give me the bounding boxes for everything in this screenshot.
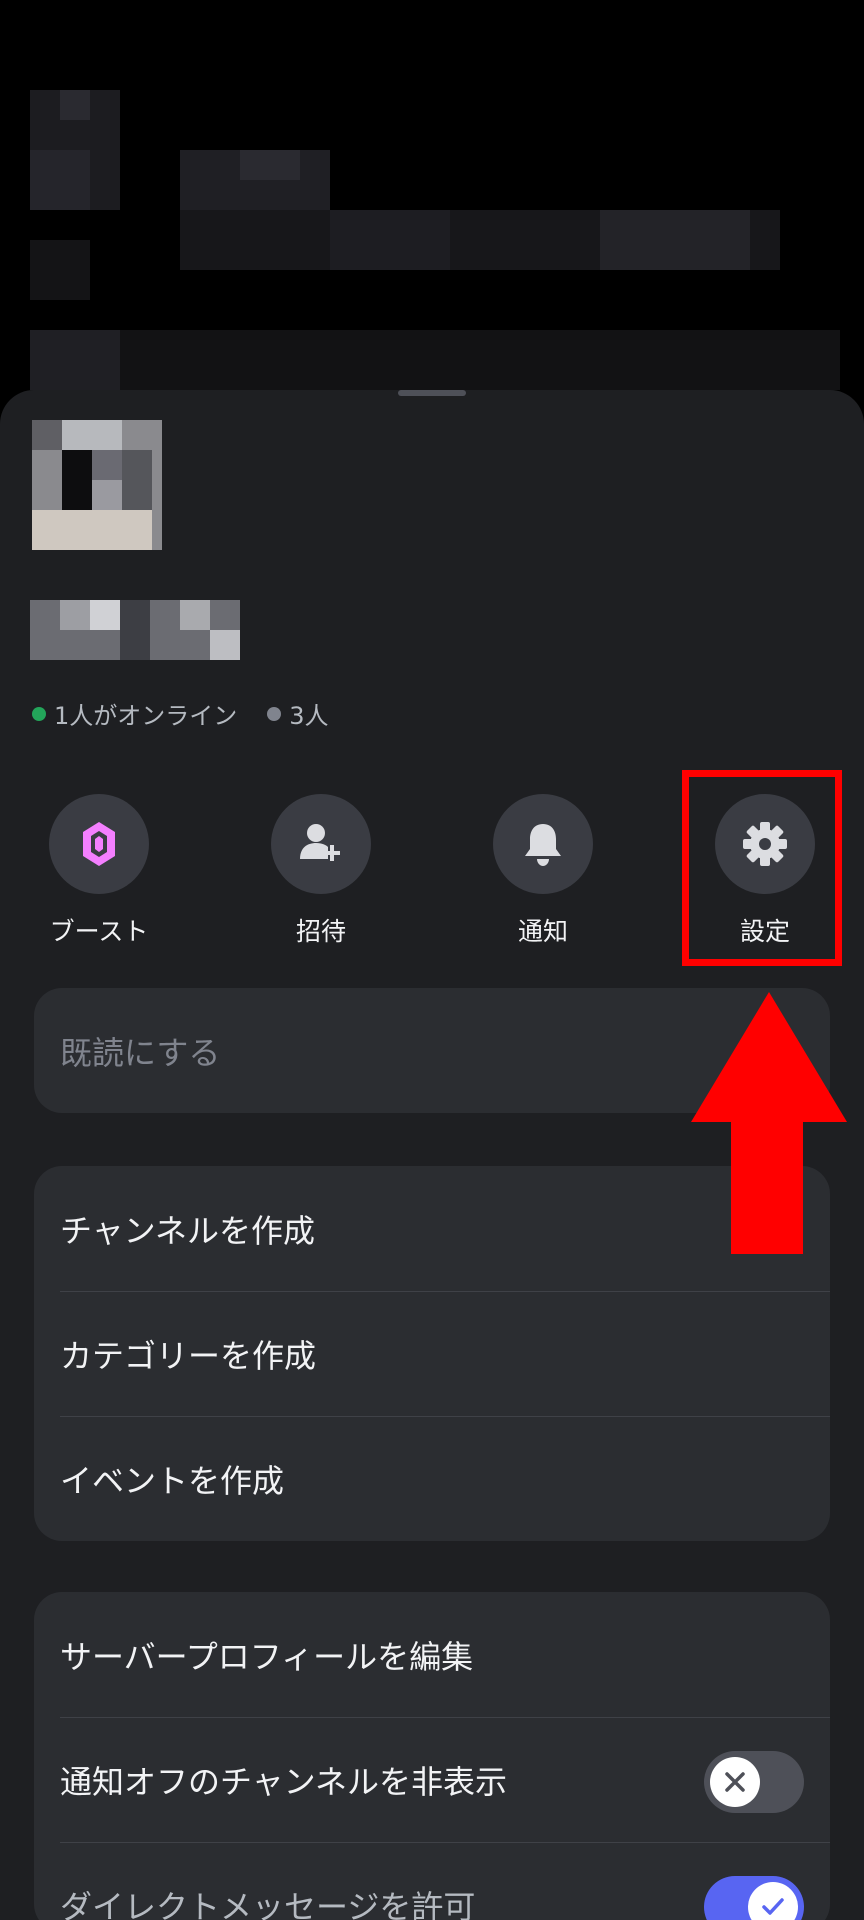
edit-server-profile-item[interactable]: サーバープロフィールを編集 [34,1592,830,1717]
boost-gem-icon [83,822,115,866]
add-person-icon [300,824,340,861]
invite-button[interactable]: 招待 [266,794,376,948]
create-category-label: カテゴリーを作成 [60,1336,317,1375]
check-icon [762,1898,784,1915]
online-dot [32,706,46,721]
member-count: 3人 [289,702,329,730]
blurred-header-mosaic [0,0,864,390]
create-channel-label: チャンネルを作成 [60,1211,316,1250]
boost-label: ブースト [49,917,149,946]
allow-dms-label: ダイレクトメッセージを許可 [60,1887,476,1920]
notifications-label: 通知 [517,917,568,946]
close-icon [725,1772,745,1792]
create-category-item[interactable]: カテゴリーを作成 [34,1291,830,1416]
notifications-button[interactable]: 通知 [488,794,598,948]
mark-read-label: 既読にする [60,1033,221,1072]
hide-muted-channels-label: 通知オフのチャンネルを非表示 [60,1762,508,1801]
server-icon-pixelated [32,420,162,550]
hide-muted-channels-item[interactable]: 通知オフのチャンネルを非表示 [34,1717,830,1842]
create-event-item[interactable]: イベントを作成 [34,1416,830,1541]
create-event-label: イベントを作成 [60,1461,285,1500]
hide-muted-channels-toggle[interactable] [704,1751,804,1813]
boost-button[interactable]: ブースト [44,794,154,948]
server-options-card: サーバープロフィールを編集 通知オフのチャンネルを非表示 ダイレクトメッセージを… [34,1592,830,1920]
allow-dms-item[interactable]: ダイレクトメッセージを許可 [34,1842,830,1920]
invite-label: 招待 [295,917,346,946]
drag-handle[interactable] [398,390,466,396]
bell-icon [525,824,561,866]
up-arrow-annotation-icon [691,992,847,1254]
settings-highlight-box [682,770,842,966]
server-status-row: 1人がオンライン 3人 [32,696,329,731]
server-name-pixelated [30,600,240,660]
edit-server-profile-label: サーバープロフィールを編集 [60,1637,474,1676]
online-count: 1人がオンライン [54,702,238,730]
allow-dms-toggle[interactable] [704,1876,804,1920]
member-dot [267,706,282,721]
